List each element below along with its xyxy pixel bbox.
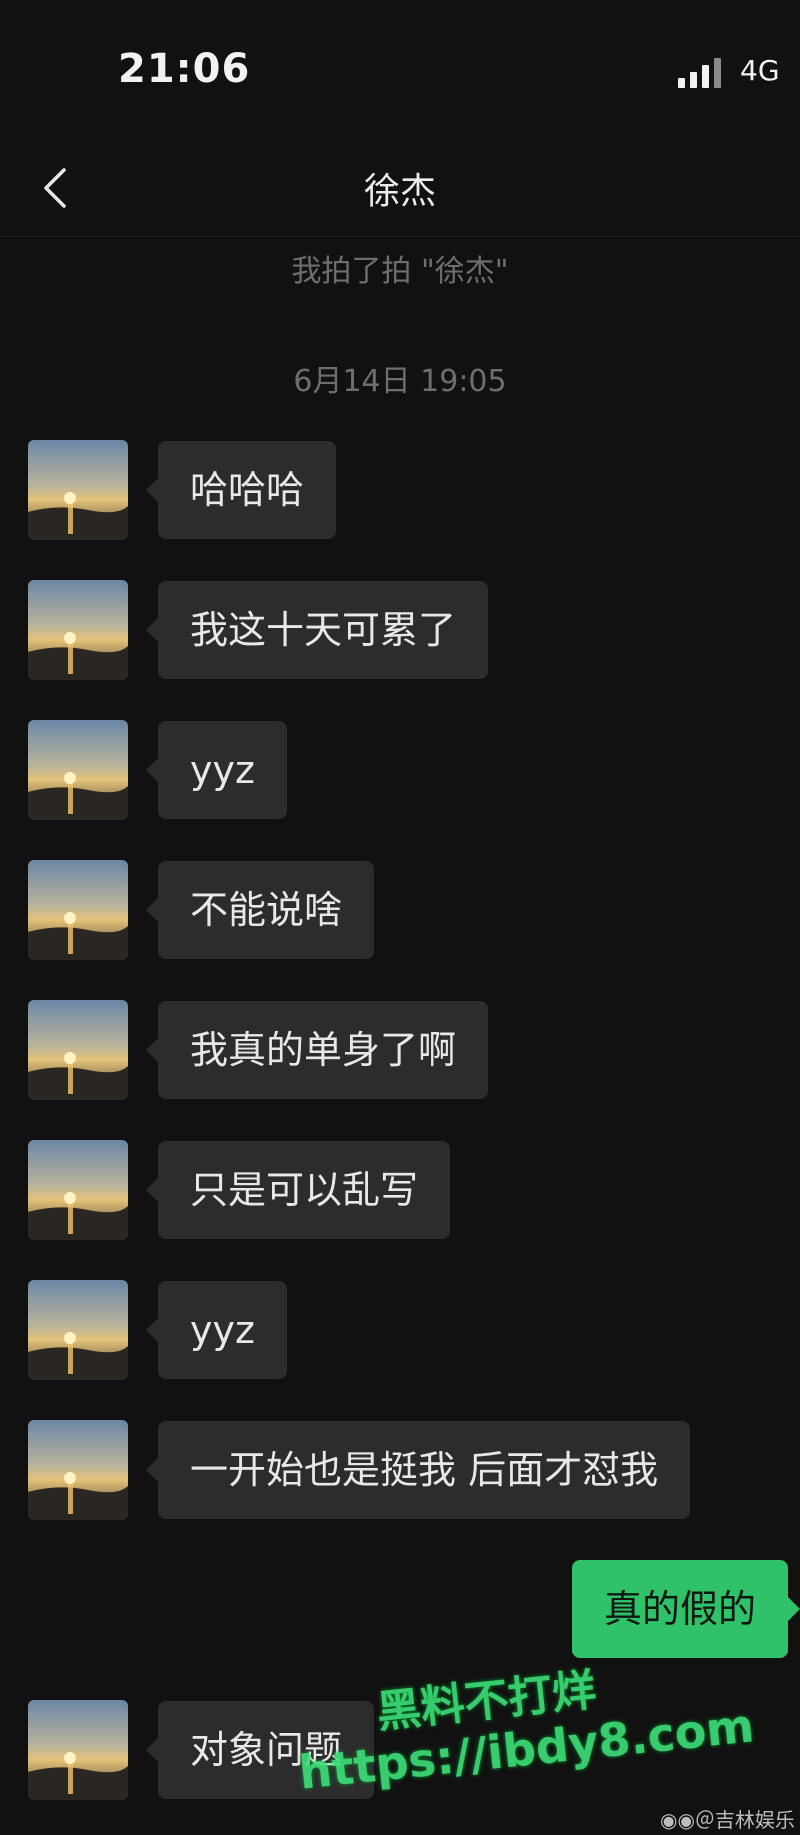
network-type: 4G	[740, 54, 780, 87]
contact-avatar[interactable]	[28, 860, 128, 960]
status-bar: 21:06 4G	[0, 0, 800, 140]
pat-notice: 我拍了拍 "徐杰"	[291, 254, 509, 289]
weibo-handle: ＠吉林娱乐	[694, 1808, 795, 1832]
message-bubble-received[interactable]: yyz	[146, 1281, 287, 1379]
weibo-watermark: ◉◉＠吉林娱乐	[660, 1804, 795, 1833]
chat-timestamp: 6月14日 19:05	[293, 364, 507, 399]
message-bubble-received[interactable]: 一开始也是挺我 后面才怼我	[145, 1421, 691, 1519]
message-bubble-received[interactable]: 我真的单身了啊	[145, 1001, 489, 1099]
weibo-icon: ◉◉	[660, 1808, 695, 1832]
contact-avatar[interactable]	[28, 1700, 128, 1800]
message-bubble-received[interactable]: yyz	[146, 721, 287, 819]
status-time: 21:06	[118, 46, 251, 92]
contact-avatar[interactable]	[28, 440, 128, 540]
contact-avatar[interactable]	[28, 720, 128, 820]
chat-title[interactable]: 徐杰	[0, 162, 800, 214]
contact-avatar[interactable]	[28, 1000, 128, 1100]
message-bubble-received[interactable]: 不能说啥	[145, 861, 375, 959]
message-bubble-received[interactable]: 哈哈哈	[145, 441, 337, 539]
contact-avatar[interactable]	[28, 580, 128, 680]
contact-avatar[interactable]	[28, 1280, 128, 1380]
contact-avatar[interactable]	[28, 1420, 128, 1520]
signal-icon	[678, 58, 724, 88]
message-bubble-received[interactable]: 我这十天可累了	[145, 581, 489, 679]
contact-avatar[interactable]	[28, 1140, 128, 1240]
chat-header: 徐杰	[0, 140, 800, 237]
message-bubble-sent[interactable]: 真的假的	[571, 1560, 800, 1658]
message-bubble-received[interactable]: 只是可以乱写	[145, 1141, 451, 1239]
